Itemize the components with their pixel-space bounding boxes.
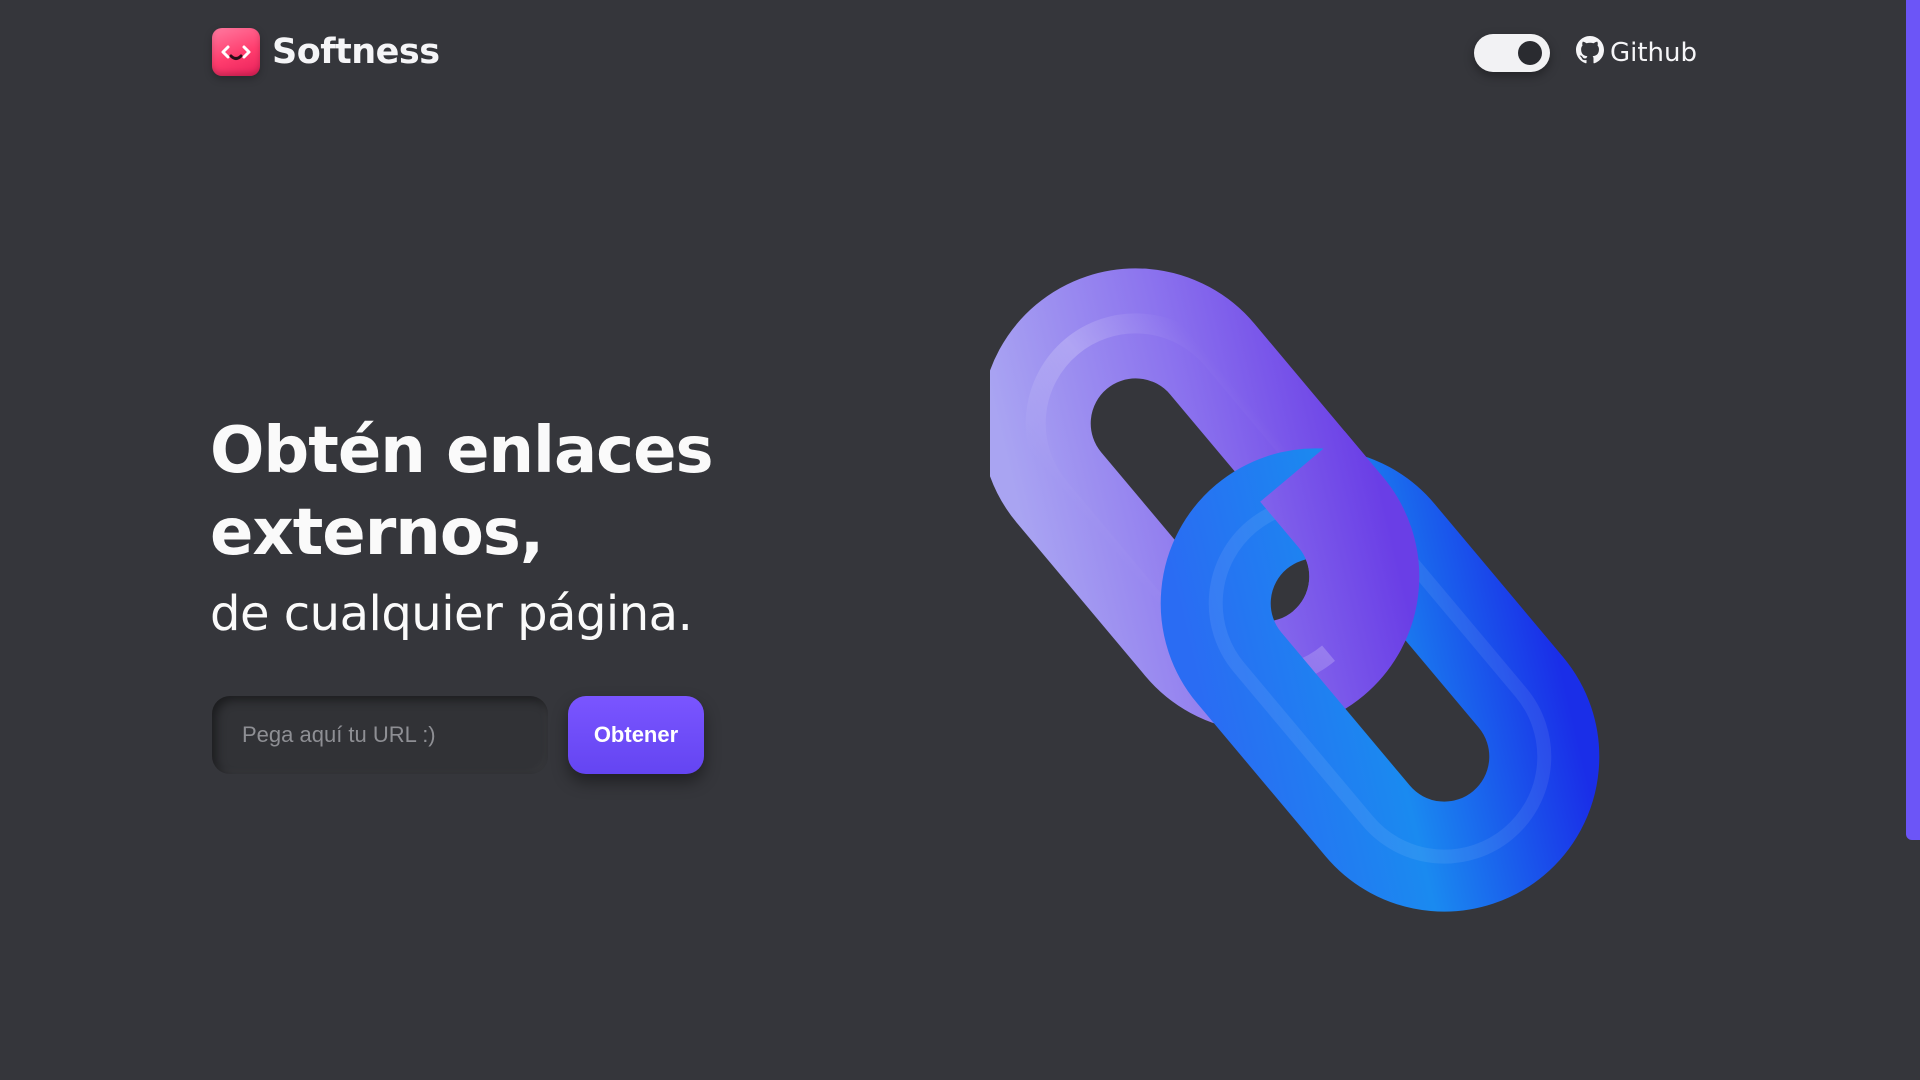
hero-title-line2: externos,: [210, 496, 544, 570]
url-form: Obtener: [212, 696, 704, 774]
hero: Obtén enlaces externos, de cualquier pág…: [210, 410, 810, 644]
github-link[interactable]: Github: [1575, 35, 1697, 71]
hero-title-line1: Obtén enlaces: [210, 414, 714, 488]
url-input[interactable]: [212, 696, 548, 774]
page: Softness Github Obtén enlaces externos, …: [0, 0, 1920, 1080]
theme-toggle[interactable]: [1473, 34, 1550, 72]
toggle-knob: [1517, 41, 1542, 65]
github-label: Github: [1609, 38, 1697, 68]
chain-link-illustration: [990, 268, 1600, 912]
brand-link[interactable]: Softness: [212, 28, 440, 76]
header-actions: Github: [1473, 34, 1697, 72]
code-smile-icon: [212, 28, 260, 76]
github-icon: [1575, 35, 1604, 71]
obtain-button[interactable]: Obtener: [568, 696, 704, 774]
hero-title: Obtén enlaces externos,: [210, 410, 810, 574]
brand-name: Softness: [272, 32, 440, 72]
scrollbar[interactable]: [1906, 0, 1920, 840]
hero-subtitle: de cualquier página.: [210, 586, 693, 642]
